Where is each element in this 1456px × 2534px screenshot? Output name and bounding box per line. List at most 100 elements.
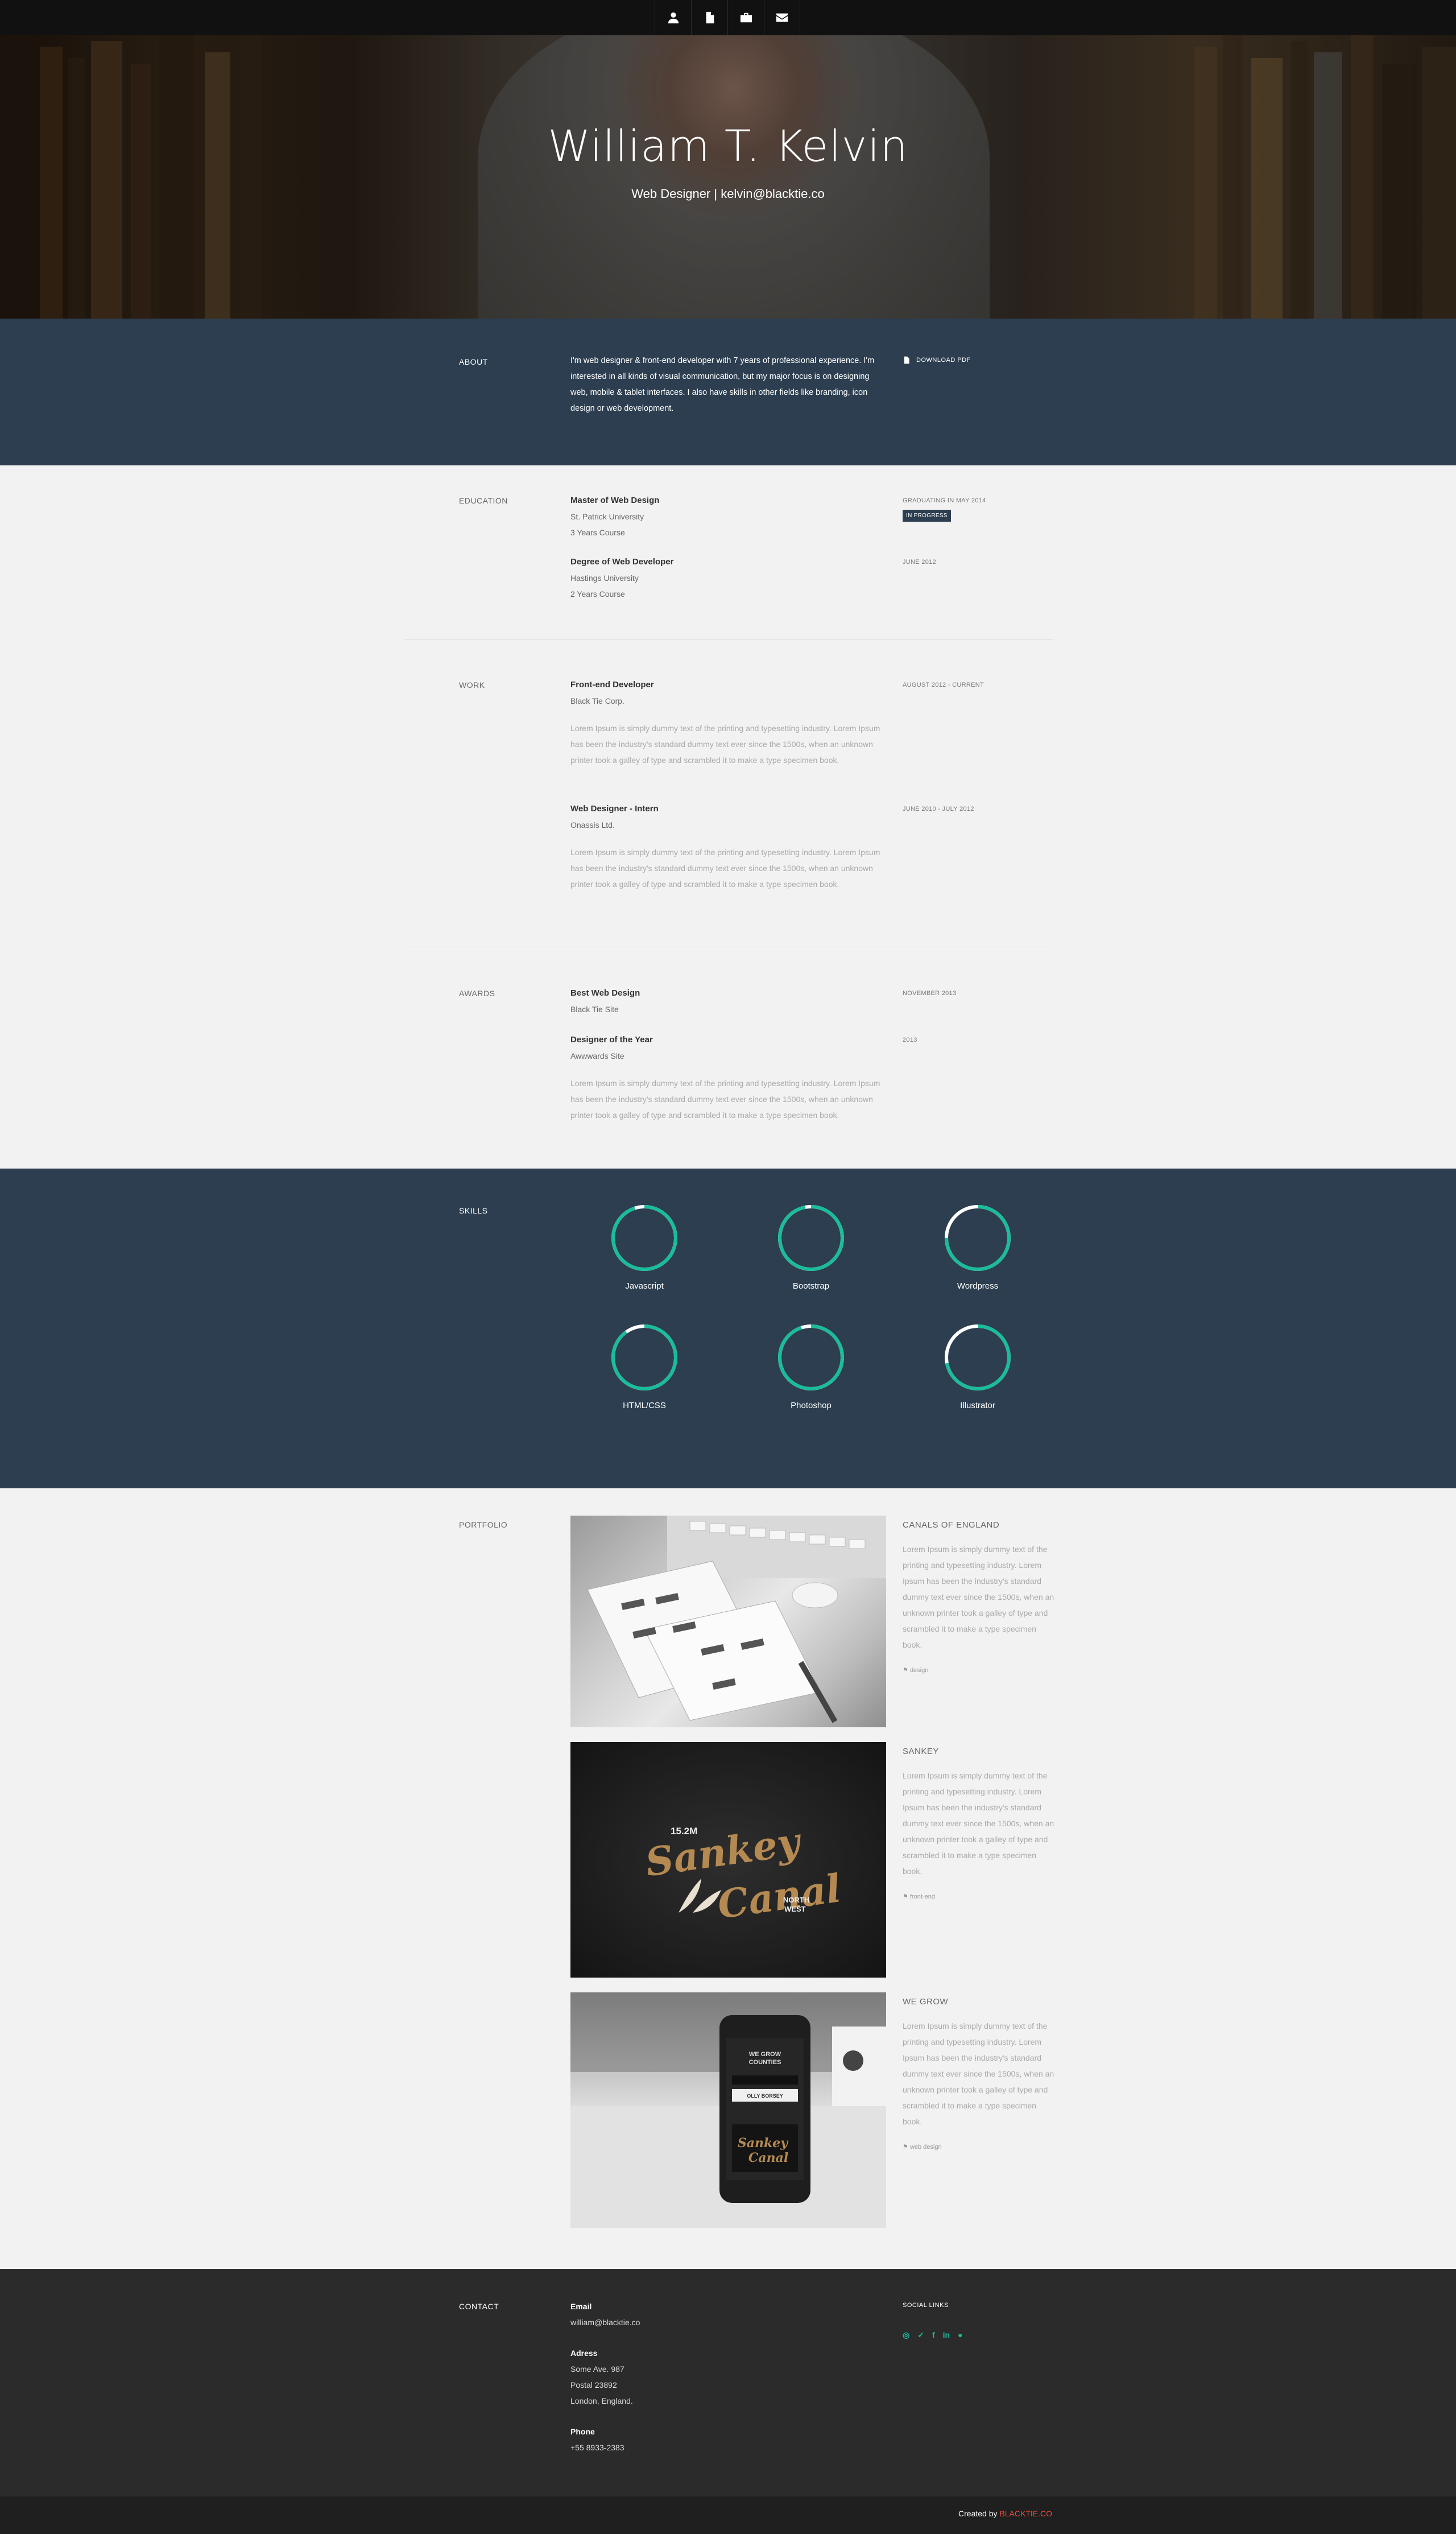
address-line: Some Ave. 987 [570, 2364, 624, 2374]
skill-name: Javascript [625, 1281, 664, 1291]
about-label: ABOUT [459, 357, 488, 366]
hero-header: William T. Kelvin Web Designer | kelvin@… [0, 35, 1456, 319]
portfolio-section: PORTFOLIO CANALS OF ENGLAND Lorem Ipsum … [0, 1488, 1456, 2269]
award-source: Awwwards Site [570, 1051, 624, 1060]
award-title: Designer of the Year [570, 1035, 653, 1045]
award-source: Black Tie Site [570, 1005, 619, 1014]
portfolio-title[interactable]: WE GROW [903, 1997, 1056, 2007]
education-detail: 2 Years Course [570, 589, 625, 599]
portfolio-image[interactable] [570, 1516, 886, 1727]
skill-item: Illustrator [921, 1322, 1035, 1410]
work-description: Lorem Ipsum is simply dummy text of the … [570, 848, 880, 889]
education-title: Master of Web Design [570, 496, 660, 505]
portfolio-item-info: SANKEY Lorem Ipsum is simply dummy text … [903, 1747, 1056, 1900]
skill-item: HTML/CSS [588, 1322, 701, 1410]
resume-section: EDUCATION Master of Web Design St. Patri… [0, 465, 1456, 1169]
nav-contact-button[interactable] [764, 0, 800, 35]
status-badge: IN PROGRESS [903, 510, 951, 522]
hero-name: William T. Kelvin [548, 121, 908, 171]
sankey-canal-artwork: 15.2M Sankey Canal NORTH WEST [643, 1819, 844, 1928]
education-place: Hastings University [570, 573, 639, 583]
artwork-caption-north: NORTH [783, 1896, 809, 1904]
tag-icon: ⚑ [903, 2144, 908, 2151]
portfolio-item-info: CANALS OF ENGLAND Lorem Ipsum is simply … [903, 1520, 1056, 1674]
phone-mockup-photo: WE GROW COUNTIES OLLY BORSEY Sankey Cana… [570, 1992, 886, 2228]
education-date: GRADUATING IN MAY 2014 [903, 497, 986, 504]
award-title: Best Web Design [570, 988, 640, 998]
footer: Created by BLACKTIE.CO [0, 2496, 1456, 2534]
facebook-icon[interactable]: f [932, 2330, 935, 2340]
skill-ring [611, 1205, 677, 1271]
work-label: WORK [459, 680, 485, 690]
phone-screen-button: OLLY BORSEY [747, 2093, 783, 2099]
dribbble-icon[interactable]: ◎ [903, 2330, 909, 2340]
phone-screen-heading: COUNTIES [749, 2059, 781, 2066]
work-date: JUNE 2010 - JULY 2012 [903, 806, 974, 812]
address-label: Adress [570, 2349, 598, 2358]
footer-brand-link[interactable]: BLACKTIE.CO [999, 2509, 1052, 2518]
about-text: I'm web designer & front-end developer w… [570, 356, 875, 413]
twitter-icon[interactable]: ✓ [917, 2330, 924, 2340]
top-navbar [0, 0, 1456, 35]
portfolio-label: PORTFOLIO [459, 1520, 508, 1529]
portfolio-description: Lorem Ipsum is simply dummy text of the … [903, 1545, 1054, 1649]
work-company: Onassis Ltd. [570, 820, 615, 829]
envelope-icon [776, 13, 788, 22]
phone-screen-logo: Sankey [738, 2136, 789, 2151]
apple-icon[interactable]: ● [958, 2330, 962, 2340]
download-pdf-link[interactable]: DOWNLOAD PDF [903, 356, 1056, 364]
skill-name: HTML/CSS [623, 1401, 666, 1410]
tag-icon: ⚑ [903, 1667, 908, 1674]
artwork-title-canal: Canal [715, 1866, 844, 1928]
work-title: Front-end Developer [570, 680, 654, 690]
work-description: Lorem Ipsum is simply dummy text of the … [570, 724, 880, 765]
email-link[interactable]: william@blacktie.co [570, 2314, 883, 2330]
work-item: Front-end Developer Black Tie Corp. Lore… [570, 677, 883, 768]
skill-ring [778, 1324, 844, 1390]
award-item: Designer of the Year Awwwards Site Lorem… [570, 1032, 883, 1123]
portfolio-tag[interactable]: ⚑ design [903, 1666, 1056, 1674]
file-icon [904, 356, 909, 364]
work-item: Web Designer - Intern Onassis Ltd. Lorem… [570, 801, 883, 892]
email-label: Email [570, 2302, 592, 2311]
about-section: ABOUT I'm web designer & front-end devel… [0, 319, 1456, 465]
skill-name: Bootstrap [792, 1281, 830, 1291]
contact-details: Email william@blacktie.co Adress Some Av… [570, 2298, 883, 2455]
nav-resume-button[interactable] [691, 0, 727, 35]
download-pdf-label: DOWNLOAD PDF [916, 357, 971, 364]
education-item: Master of Web Design St. Patrick Univers… [570, 493, 883, 540]
skill-item: Photoshop [754, 1322, 868, 1410]
work-company: Black Tie Corp. [570, 696, 624, 705]
award-date: NOVEMBER 2013 [903, 990, 957, 997]
notebook-photo [587, 1516, 886, 1723]
education-detail: 3 Years Course [570, 528, 625, 537]
linkedin-icon[interactable]: in [943, 2330, 950, 2340]
skill-ring [778, 1205, 844, 1271]
portfolio-item-info: WE GROW Lorem Ipsum is simply dummy text… [903, 1997, 1056, 2151]
nav-icons [655, 0, 800, 35]
skill-name: Photoshop [791, 1401, 832, 1410]
portfolio-title[interactable]: CANALS OF ENGLAND [903, 1520, 1056, 1530]
skill-ring [611, 1324, 677, 1390]
nav-about-button[interactable] [655, 0, 691, 35]
contact-label: CONTACT [459, 2302, 499, 2311]
nav-portfolio-button[interactable] [727, 0, 764, 35]
phone-screen-heading: WE GROW [749, 2051, 781, 2058]
award-date: 2013 [903, 1037, 917, 1043]
briefcase-icon [740, 13, 752, 23]
portfolio-tag[interactable]: ⚑ web design [903, 2143, 1056, 2151]
skills-section: SKILLS Javascript Bootstrap Wordpress HTML/… [0, 1169, 1456, 1488]
education-item: Degree of Web Developer Hastings Univers… [570, 554, 883, 602]
portfolio-image[interactable]: WE GROW COUNTIES OLLY BORSEY Sankey Cana… [570, 1992, 886, 2228]
education-title: Degree of Web Developer [570, 557, 674, 567]
portfolio-description: Lorem Ipsum is simply dummy text of the … [903, 1771, 1054, 1876]
portfolio-image[interactable]: 15.2M Sankey Canal NORTH WEST [570, 1742, 886, 1978]
portfolio-tag[interactable]: ⚑ front-end [903, 1893, 1056, 1900]
social-links: SOCIAL LINKS ◎ ✓ f in ● [903, 2302, 1056, 2340]
education-date-block: GRADUATING IN MAY 2014 IN PROGRESS [903, 497, 1056, 522]
user-icon [668, 12, 679, 24]
work-date: AUGUST 2012 - CURRENT [903, 682, 985, 688]
hero-subtitle: Web Designer | kelvin@blacktie.co [631, 187, 825, 201]
portfolio-title[interactable]: SANKEY [903, 1747, 1056, 1756]
education-label: EDUCATION [459, 496, 508, 505]
